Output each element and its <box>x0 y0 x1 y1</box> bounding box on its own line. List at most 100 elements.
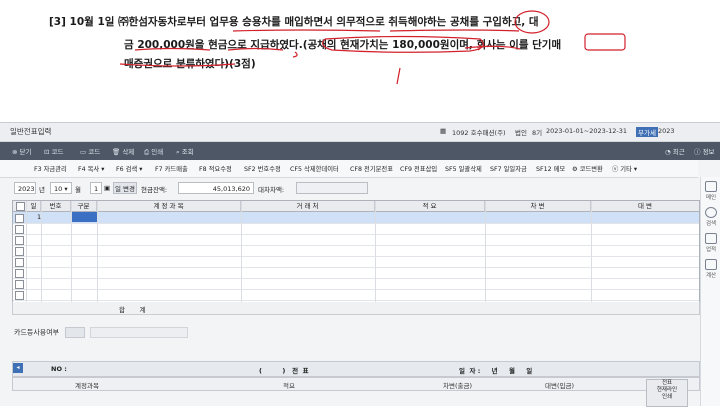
window-title: 일반전표입력 <box>10 127 52 136</box>
day-input[interactable]: 1 <box>90 182 102 194</box>
voucher-preview-columns: 계정과목 적요 차변(출금) 대변(입금) <box>12 377 700 391</box>
etc-menu[interactable]: ⓥ 기타 ▾ <box>612 164 637 173</box>
month-select[interactable]: 10 ▾ <box>50 182 72 194</box>
fkey-f7[interactable]: F7 카드매출 <box>155 164 188 173</box>
right-sidebar: 메인 검색 업적 계산 <box>700 177 720 406</box>
header-checkbox[interactable] <box>13 201 27 212</box>
column-divider <box>26 201 27 303</box>
info-button[interactable]: ⓘ 정보 <box>694 146 715 156</box>
sidebar-search[interactable]: 검색 <box>703 207 719 227</box>
column-divider <box>241 201 242 303</box>
column-divider <box>71 201 72 303</box>
company-icon: ▦ <box>440 127 447 135</box>
voucher-preview-header: ◂ NO : ( ) 전 표 일 자 : 년 월 일 <box>12 361 700 377</box>
column-divider <box>375 201 376 303</box>
date-filter-bar: 2023 년 10 ▾ 월 1 ▣ 일 변경 현금잔액: 45,013,620 … <box>0 181 698 197</box>
total-row: 합 계 <box>12 302 700 315</box>
question-area: [3] 10월 1일 ㈜한섬자동차로부터 업무용 승용차를 매입하면서 의무적으… <box>0 0 720 112</box>
toggle-icon[interactable]: ◂ <box>13 363 23 373</box>
fkey-f3[interactable]: F3 자금관리 <box>34 164 67 173</box>
card-usage-select[interactable] <box>65 327 86 338</box>
month-unit: 월 <box>75 186 81 194</box>
fkey-sf12[interactable]: SF12 메모 <box>536 164 565 173</box>
fkey-sf2[interactable]: SF2 번호수정 <box>244 164 281 173</box>
column-divider <box>97 201 98 303</box>
main-toolbar: ⊗ 닫기 ⊡ 코드 ▭ 코드 🗑 삭제 ⎙ 인쇄 ⌕ 조회 ◔ 최근 ⓘ 정보 <box>0 142 720 160</box>
period-number: 8기 <box>532 129 543 137</box>
row-checkbox[interactable] <box>15 214 24 223</box>
col-description: 적요 <box>283 382 295 390</box>
company-name: 1092 호수패션(주) <box>452 129 506 137</box>
recent-button[interactable]: ◔ 최근 <box>665 146 685 156</box>
difference-label: 대차차액: <box>258 186 285 194</box>
header-partner: 거 래 처 <box>241 201 375 212</box>
card-usage-label: 카드등사용여부 <box>14 328 60 337</box>
cash-balance-label: 현금잔액: <box>141 186 168 194</box>
difference-value <box>296 182 368 194</box>
delete-button[interactable]: 🗑 삭제 <box>112 146 134 156</box>
home-icon <box>705 181 717 192</box>
fkey-f4[interactable]: F4 복사 ▾ <box>78 164 104 173</box>
sidebar-capture[interactable]: 업적 <box>703 233 719 253</box>
cash-balance-value: 45,013,620 <box>178 182 254 194</box>
col-credit-in: 대변(입금) <box>545 382 574 390</box>
close-button[interactable]: ⊗ 닫기 <box>12 146 31 156</box>
column-divider <box>41 201 42 303</box>
calendar-icon[interactable]: ▣ <box>104 184 110 192</box>
row-checkbox[interactable] <box>15 236 24 245</box>
card-usage-detail <box>89 327 188 338</box>
voucher-date-label: 일 자 : 년 월 일 <box>459 367 533 375</box>
question-line-1: [3] 10월 1일 ㈜한섬자동차로부터 업무용 승용차를 매입하면서 의무적으… <box>49 16 539 28</box>
sidebar-main[interactable]: 메인 <box>703 181 719 201</box>
camera-icon <box>705 233 717 244</box>
fkey-sf5[interactable]: SF5 일괄삭제 <box>445 164 482 173</box>
search-button[interactable]: ⌕ 조회 <box>176 146 194 157</box>
header-description: 적 요 <box>375 201 485 212</box>
total-label: 합 계 <box>119 306 146 314</box>
vat-year: 2023 <box>658 127 675 135</box>
question-line-2: 금 200,000원을 현금으로 지급하였다.(공채의 현재가치는 180,00… <box>124 39 562 51</box>
row-checkbox[interactable] <box>15 258 24 267</box>
code-help-button[interactable]: ▭ 코드 <box>80 146 100 156</box>
row-checkbox[interactable] <box>15 225 24 234</box>
search-icon <box>705 207 717 218</box>
column-divider <box>485 201 486 303</box>
code-button[interactable]: ⊡ 코드 <box>44 146 63 156</box>
col-debit-out: 차변(출금) <box>443 382 472 390</box>
fkey-f6[interactable]: F6 검색 ▾ <box>116 164 142 173</box>
fkey-sf7[interactable]: SF7 일일자금 <box>490 164 527 173</box>
print-current-line-button[interactable]: 전표 현재라인 인쇄 <box>646 379 688 407</box>
function-key-bar: F3 자금관리 F4 복사 ▾ F6 검색 ▾ F7 카드매출 F8 적요수정 … <box>0 160 698 178</box>
header-account: 계 정 과 목 <box>97 201 241 212</box>
print-button[interactable]: ⎙ 인쇄 <box>144 146 163 157</box>
fkey-cf8[interactable]: CF8 전기분전표 <box>350 164 393 173</box>
header-day: 일 <box>27 201 41 212</box>
row-checkbox[interactable] <box>15 269 24 278</box>
voucher-grid: 일 번호 구분 계 정 과 목 거 래 처 적 요 차 변 대 변 1 <box>12 200 700 304</box>
window-titlebar: 일반전표입력 ▦ 1092 호수패션(주) 법인 8기 2023-01-01~2… <box>0 123 720 142</box>
period-range: 2023-01-01~2023-12-31 <box>546 127 627 135</box>
year-input[interactable]: 2023 <box>14 182 36 194</box>
vat-label: 부가세 <box>636 127 658 137</box>
period-label: 법인 <box>515 129 527 137</box>
question-line-3: 매증권으로 분류하였다)(3점) <box>124 58 256 70</box>
sidebar-calculator[interactable]: 계산 <box>703 259 719 279</box>
fkey-cf9[interactable]: CF9 전표삽입 <box>400 164 437 173</box>
card-usage-section: 카드등사용여부 <box>14 327 188 338</box>
row-type-cell[interactable] <box>71 212 97 222</box>
voucher-no-label: NO : <box>51 365 67 373</box>
row-checkbox[interactable] <box>15 291 24 300</box>
col-account: 계정과목 <box>75 382 99 390</box>
code-convert-button[interactable]: ⚙ 코드변환 <box>572 164 603 173</box>
voucher-type-label: ( ) 전 표 <box>259 367 309 375</box>
row-checkbox[interactable] <box>15 247 24 256</box>
fkey-f8[interactable]: F8 적요수정 <box>199 164 232 173</box>
calculator-icon <box>705 259 717 270</box>
fkey-cf5[interactable]: CF5 삭제한데이터 <box>290 164 339 173</box>
header-type: 구분 <box>71 201 97 212</box>
header-number: 번호 <box>41 201 71 212</box>
table-row[interactable] <box>13 289 699 301</box>
day-change-button[interactable]: 일 변경 <box>113 182 138 194</box>
voucher-window: 일반전표입력 ▦ 1092 호수패션(주) 법인 8기 2023-01-01~2… <box>0 122 720 407</box>
row-checkbox[interactable] <box>15 280 24 289</box>
